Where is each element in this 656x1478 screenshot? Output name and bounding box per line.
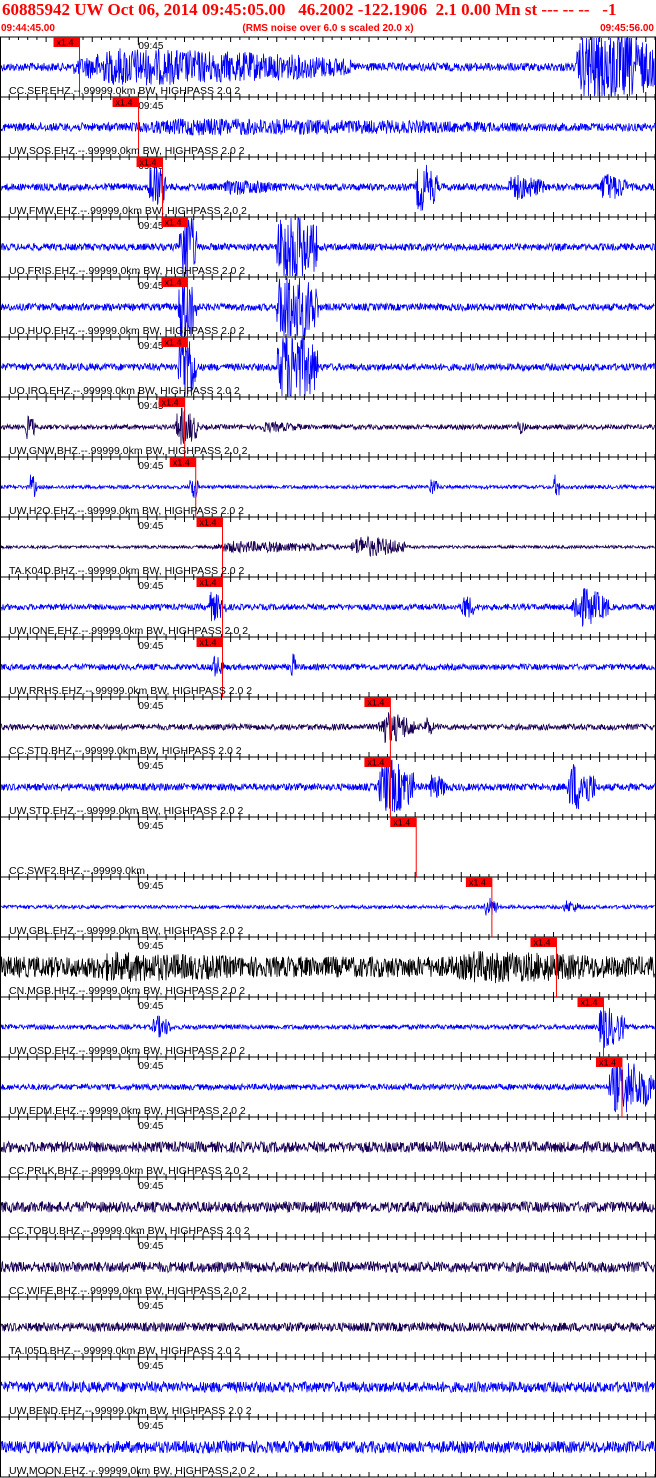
station-label: UO.FRIS.EHZ.--.99999.0km BW, HIGHPASS 2.… — [9, 265, 245, 277]
pick-flag-label: x1.4 — [162, 398, 179, 408]
pick-flag-label: x1.4 — [581, 998, 598, 1008]
seismic-trace — [0, 535, 655, 557]
pick-flag-label: x1.4 — [367, 698, 384, 708]
seismic-trace — [0, 588, 655, 627]
pick-flag-label: x1.4 — [599, 1058, 616, 1068]
station-label: UW.BEND.EHZ.--.99999.0km BW, HIGHPASS 2.… — [9, 1405, 252, 1417]
seismic-trace — [0, 1321, 655, 1333]
pick-flag-label: x1.4 — [367, 758, 384, 768]
pick-flag-label: x1.4 — [164, 338, 181, 348]
pick-flag-label: x1.4 — [200, 518, 217, 528]
minute-mark-label: 09:45 — [138, 941, 163, 952]
station-label: UW.OSD.EHZ.--.99999.0km BW, HIGHPASS 2.0… — [9, 1045, 245, 1057]
minute-mark-label: 09:45 — [138, 41, 163, 52]
station-label: UW.EDM.EHZ.--.99999.0km BW, HIGHPASS 2.0… — [9, 1105, 246, 1117]
pick-flag-label: x1.4 — [164, 218, 181, 228]
minute-mark-label: 09:45 — [138, 341, 163, 352]
seismic-trace — [0, 1057, 655, 1113]
pick-flag-label: x1.4 — [116, 98, 133, 108]
seismic-trace — [0, 407, 655, 445]
station-label: CC.STD.BHZ.--.99999.0km BW, HIGHPASS 2.0… — [9, 745, 242, 757]
station-label: CC.SWF2.BHZ.--.99999.0km — [9, 865, 145, 877]
minute-mark-label: 09:45 — [138, 821, 163, 832]
seismic-trace — [0, 474, 655, 498]
station-label: CC.SEP.EHZ.--.99999.0km BW, HIGHPASS 2.0… — [9, 85, 240, 97]
minute-mark-label: 09:45 — [138, 1181, 163, 1192]
station-label: UW.FMW.EHZ.--.99999.0km BW, HIGHPASS 2.0… — [9, 205, 247, 217]
station-label: CC.PRLK.BHZ.--.99999.0km BW, HIGHPASS 2.… — [9, 1165, 248, 1177]
station-label: CC.TOBU.BHZ.--.99999.0km BW, HIGHPASS 2.… — [9, 1225, 250, 1237]
station-label: UW.IONE.EHZ.--.99999.0km BW, HIGHPASS 2.… — [9, 625, 248, 637]
minute-mark-label: 09:45 — [138, 521, 163, 532]
seismic-trace — [0, 164, 655, 211]
station-label: CN.MGB.HHZ.--.99999.0km BW, HIGHPASS 2.0… — [9, 985, 245, 997]
minute-mark-label: 09:45 — [138, 1061, 163, 1072]
minute-mark-label: 09:45 — [138, 1301, 163, 1312]
minute-mark-label: 09:45 — [138, 461, 163, 472]
seismic-trace — [0, 118, 655, 136]
seismic-trace — [0, 1260, 655, 1274]
station-label: UW.H2O.EHZ.--.99999.0km BW, HIGHPASS 2.0… — [9, 505, 244, 517]
seismogram-plot: 09:45x1.4CC.SEP.EHZ.--.99999.0km BW, HIG… — [0, 36, 656, 1478]
station-label: UW.GNW.BHZ.--.99999.0km BW, HIGHPASS 2.0… — [9, 445, 248, 457]
station-label: TA.K04D.BHZ.--.99999.0km BW, HIGHPASS 2.… — [9, 565, 245, 577]
seismic-trace — [0, 1439, 655, 1455]
minute-mark-label: 09:45 — [138, 701, 163, 712]
station-label: UW.STD.EHZ.--.99999.0km BW, HIGHPASS 2.0… — [9, 805, 244, 817]
station-label: UO.IRO.EHZ.--.99999.0km BW, HIGHPASS 2.0… — [9, 385, 240, 397]
seismic-trace — [1, 897, 655, 916]
station-label: UO.HUO.EHZ.--.99999.0km BW, HIGHPASS 2.0… — [9, 325, 245, 337]
minute-mark-label: 09:45 — [138, 1361, 163, 1372]
station-label: UW.GBL.EHZ.--.99999.0km BW, HIGHPASS 2.0… — [9, 925, 244, 937]
pick-flag-label: x1.4 — [533, 938, 550, 948]
minute-mark-label: 09:45 — [138, 641, 163, 652]
seismic-trace — [0, 1380, 655, 1394]
pick-flag-label: x1.4 — [393, 818, 410, 828]
pick-flag-label: x1.4 — [469, 878, 486, 888]
station-label: UW.RRHS.EHZ.--.99999.0km BW, HIGHPASS 2.… — [9, 685, 252, 697]
station-label: CC.WIFE.BHZ.--.99999.0km BW, HIGHPASS 2.… — [9, 1285, 247, 1297]
pick-flag-label: x1.4 — [173, 458, 190, 468]
pick-flag-label: x1.4 — [200, 638, 217, 648]
minute-mark-label: 09:45 — [138, 1121, 163, 1132]
minute-mark-label: 09:45 — [138, 1241, 163, 1252]
pick-flag-label: x1.4 — [164, 278, 181, 288]
station-label: UW.MOON.EHZ.--.99999.0km BW, HIGHPASS 2.… — [9, 1465, 255, 1477]
minute-mark-label: 09:45 — [138, 761, 163, 772]
seismic-trace — [0, 1200, 655, 1214]
seismic-trace — [0, 712, 655, 744]
minute-mark-label: 09:45 — [138, 581, 163, 592]
seismic-trace — [0, 653, 655, 677]
minute-mark-label: 09:45 — [138, 881, 163, 892]
seismic-trace — [0, 1140, 655, 1154]
station-label: TA.I05D.BHZ.--.99999.0km BW, HIGHPASS 2.… — [9, 1345, 240, 1357]
seismic-trace — [0, 1007, 655, 1048]
pick-flag-label: x1.4 — [140, 158, 157, 168]
minute-mark-label: 09:45 — [138, 221, 163, 232]
station-label: UW.SOS.EHZ.--.99999.0km BW, HIGHPASS 2.0… — [9, 145, 245, 157]
minute-mark-label: 09:45 — [138, 1001, 163, 1012]
pick-flag-label: x1.4 — [57, 38, 74, 48]
pick-flag-label: x1.4 — [200, 578, 217, 588]
minute-mark-label: 09:45 — [138, 1421, 163, 1432]
minute-mark-label: 09:45 — [138, 101, 163, 112]
minute-mark-label: 09:45 — [138, 281, 163, 292]
